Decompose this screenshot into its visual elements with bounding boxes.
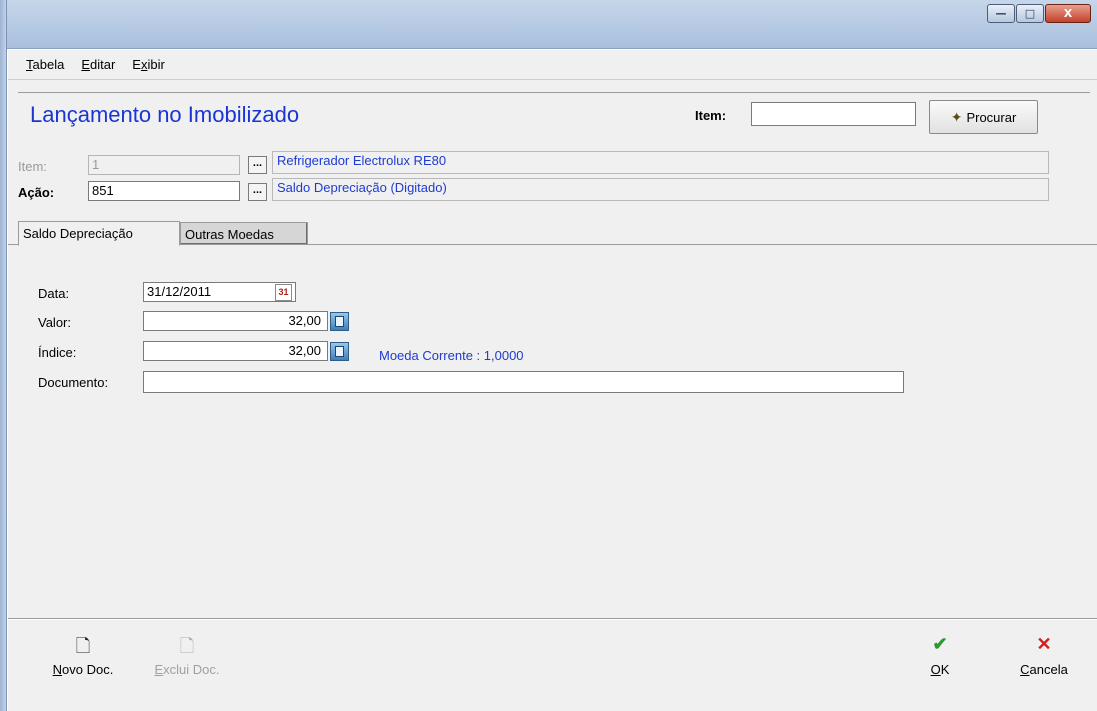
minimize-button[interactable]: —: [987, 4, 1015, 23]
menu-editar[interactable]: Editar: [81, 57, 115, 72]
acao-code-field[interactable]: 851: [88, 181, 240, 201]
new-document-icon: 🗋: [75, 636, 91, 656]
window-left-border: [0, 0, 7, 711]
valor-field[interactable]: 32,00: [143, 311, 328, 331]
menu-exibir[interactable]: Exibir: [132, 57, 165, 72]
cancela-label: ancela: [1029, 662, 1068, 677]
cancel-x-icon: ✕: [1036, 634, 1052, 654]
documento-field[interactable]: [143, 371, 904, 393]
ok-button[interactable]: ✔ OK: [920, 634, 960, 677]
moeda-corrente-text: Moeda Corrente : 1,0000: [379, 348, 524, 363]
window-controls: — □ X: [986, 4, 1091, 23]
exclui-doc-button[interactable]: 🗋 Exclui Doc.: [144, 634, 230, 677]
documento-label: Documento:: [38, 375, 109, 390]
indice-label: Índice:: [38, 345, 77, 360]
menu-tabela[interactable]: Tabela: [26, 57, 64, 72]
cancela-button[interactable]: ✕ Cancela: [1008, 634, 1080, 677]
dialog-client-area: Tabela Editar Exibir Lançamento no Imobi…: [8, 50, 1097, 711]
acao-description: Saldo Depreciação (Digitado): [272, 178, 1049, 201]
item-code-field: 1: [88, 155, 240, 175]
maximize-button[interactable]: □: [1016, 4, 1044, 23]
cancela-accel: C: [1020, 662, 1030, 677]
binoculars-icon: ✦: [950, 108, 963, 125]
menu-editar-label: ditar: [89, 57, 116, 72]
valor-label: Valor:: [38, 315, 71, 330]
acao-label: Ação:: [18, 185, 55, 200]
menu-editar-accel: E: [81, 57, 90, 72]
close-button[interactable]: X: [1045, 4, 1091, 23]
tab-saldo-depreciacao[interactable]: Saldo Depreciação: [18, 221, 180, 246]
ok-label: K: [940, 662, 950, 677]
item-search-input[interactable]: [751, 102, 916, 126]
checkmark-icon: ✔: [932, 634, 948, 654]
calendar-icon[interactable]: 31: [275, 284, 292, 301]
menu-exibir-prefix: E: [132, 57, 141, 72]
tab-outras-moedas[interactable]: Outras Moedas: [180, 222, 308, 245]
novo-doc-accel: N: [52, 662, 63, 677]
data-label: Data:: [38, 286, 70, 301]
item-label: Item:: [18, 159, 47, 174]
indice-calculator-icon[interactable]: [330, 342, 349, 361]
procurar-button[interactable]: ✦ Procurar: [929, 100, 1038, 134]
exclui-doc-accel: E: [154, 662, 164, 677]
item-lookup-button[interactable]: ...: [248, 156, 267, 174]
delete-document-icon: 🗋: [179, 636, 195, 656]
acao-lookup-button[interactable]: ...: [248, 183, 267, 201]
data-field[interactable]: 31/12/2011: [143, 282, 296, 302]
menu-bar: Tabela Editar Exibir: [8, 50, 1097, 80]
menu-tabela-label: abela: [32, 57, 65, 72]
novo-doc-button[interactable]: 🗋 Novo Doc.: [42, 634, 124, 677]
footer-divider: [8, 618, 1097, 620]
indice-field[interactable]: 32,00: [143, 341, 328, 361]
novo-doc-label: ovo Doc.: [62, 662, 114, 677]
menu-exibir-label: ibir: [147, 57, 165, 72]
window-titlebar: — □ X: [0, 0, 1097, 49]
item-description: Refrigerador Electrolux RE80: [272, 151, 1049, 174]
page-title: Lançamento no Imobilizado: [30, 102, 300, 127]
valor-calculator-icon[interactable]: [330, 312, 349, 331]
item-search-label: Item:: [695, 108, 727, 123]
ok-accel: O: [930, 662, 941, 677]
exclui-doc-label: xclui Doc.: [163, 662, 220, 677]
procurar-button-label: Procurar: [966, 109, 1017, 125]
